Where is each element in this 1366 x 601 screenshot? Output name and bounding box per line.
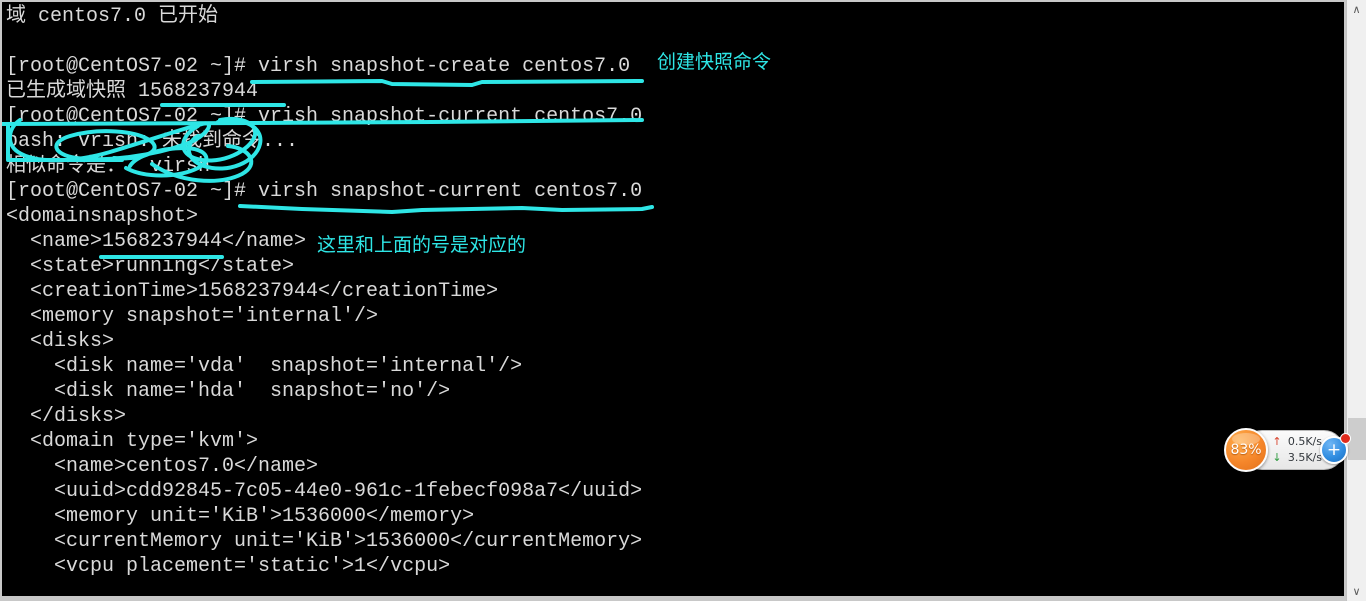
terminal-window[interactable]: 域 centos7.0 已开始 [root@CentOS7-02 ~]# vir… xyxy=(2,2,1344,596)
screen-root: 域 centos7.0 已开始 [root@CentOS7-02 ~]# vir… xyxy=(0,0,1366,601)
vertical-scrollbar[interactable]: ∧ ∨ xyxy=(1346,0,1366,601)
scroll-up-arrow-icon[interactable]: ∧ xyxy=(1347,0,1366,19)
terminal-line: <memory unit='KiB'>1536000</memory> xyxy=(6,505,475,528)
terminal-line: </disks> xyxy=(6,405,127,428)
download-rate-value: 3.5K/s xyxy=(1287,451,1322,464)
terminal-line: <vcpu placement='static'>1</vcpu> xyxy=(6,555,451,578)
terminal-line: bash: vrish: 未找到命令... xyxy=(6,130,299,153)
terminal-line: <memory snapshot='internal'/> xyxy=(6,305,379,328)
download-rate-row: ↓ 3.5K/s xyxy=(1272,449,1322,467)
terminal-line: <domainsnapshot> xyxy=(6,205,199,228)
terminal-line: 相似命令是： virsh xyxy=(6,155,211,178)
cpu-usage-badge[interactable]: 83% xyxy=(1224,428,1268,472)
terminal-line: 已生成域快照 1568237944 xyxy=(6,80,259,103)
terminal-line: 域 centos7.0 已开始 xyxy=(6,5,219,28)
annotation-create-command: 创建快照命令 xyxy=(657,52,772,73)
terminal-line: <state>running</state> xyxy=(6,255,295,278)
terminal-line: <disk name='hda' snapshot='no'/> xyxy=(6,380,451,403)
terminal-line: <domain type='kvm'> xyxy=(6,430,259,453)
terminal-line: <uuid>cdd92845-7c05-44e0-961c-1febecf098… xyxy=(6,480,643,503)
notification-dot-icon xyxy=(1340,433,1351,444)
terminal-line: <name>centos7.0</name> xyxy=(6,455,319,478)
terminal-line: <disk name='vda' snapshot='internal'/> xyxy=(6,355,523,378)
terminal-line: <creationTime>1568237944</creationTime> xyxy=(6,280,499,303)
terminal-line: <currentMemory unit='KiB'>1536000</curre… xyxy=(6,530,643,553)
terminal-line: [root@CentOS7-02 ~]# vrish snapshot-curr… xyxy=(6,105,643,128)
terminal-line: [root@CentOS7-02 ~]# virsh snapshot-curr… xyxy=(6,180,643,203)
net-speed-widget[interactable]: ↑ 0.5K/s ↓ 3.5K/s 83% + xyxy=(1224,428,1351,473)
terminal-line: <disks> xyxy=(6,330,115,353)
terminal-line: <name>1568237944</name> xyxy=(6,230,307,253)
terminal-output: 域 centos7.0 已开始 [root@CentOS7-02 ~]# vir… xyxy=(6,4,1336,579)
annotation-id-matches: 这里和上面的号是对应的 xyxy=(317,235,527,256)
scroll-down-arrow-icon[interactable]: ∨ xyxy=(1347,582,1366,601)
download-arrow-icon: ↓ xyxy=(1272,451,1282,464)
